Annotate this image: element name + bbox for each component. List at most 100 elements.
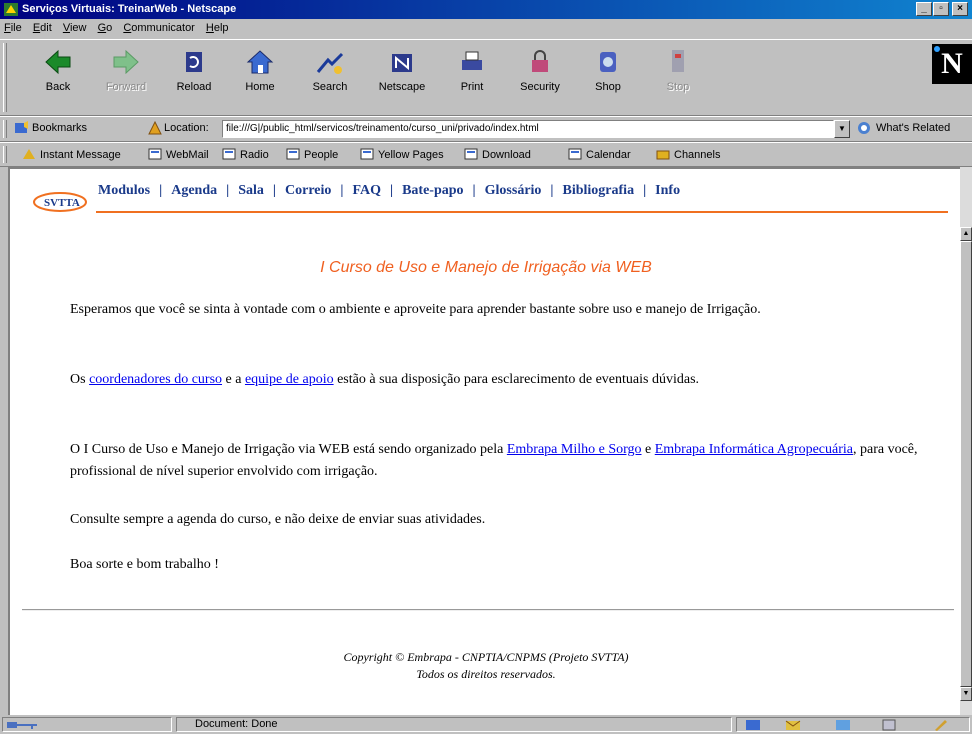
back-arrow-icon bbox=[45, 49, 71, 75]
security-label: Security bbox=[520, 81, 560, 93]
url-input[interactable]: file:///G|/public_html/servicos/treiname… bbox=[222, 120, 834, 138]
stop-icon bbox=[672, 50, 684, 72]
close-button[interactable]: × bbox=[952, 2, 968, 16]
component-bar bbox=[736, 717, 970, 732]
copyright-line: Copyright © Embrapa - CNPTIA/CNPMS (Proj… bbox=[343, 650, 629, 664]
download-button[interactable]: Download bbox=[464, 148, 531, 161]
netscape-logo[interactable]: N bbox=[932, 44, 972, 84]
coordenadores-link[interactable]: coordenadores do curso bbox=[89, 372, 222, 387]
navigation-toolbar: Back Forward Reload Home Search Netscape… bbox=[0, 39, 972, 116]
bookmarks-button[interactable]: Bookmarks bbox=[32, 122, 87, 134]
support-paragraph: Os coordenadores do curso e a equipe de … bbox=[70, 372, 700, 387]
stop-button[interactable]: Stop bbox=[648, 44, 708, 110]
svg-text:SVTTA: SVTTA bbox=[44, 197, 80, 209]
yellow-pages-button[interactable]: Yellow Pages bbox=[360, 148, 444, 161]
home-button[interactable]: Home bbox=[230, 44, 290, 110]
scroll-up-button[interactable]: ▲ bbox=[960, 227, 972, 241]
nav-bibliografia[interactable]: Bibliografia bbox=[563, 183, 635, 198]
location-grip[interactable] bbox=[3, 120, 7, 138]
nav-separator: | bbox=[550, 183, 554, 198]
equipe-apoio-link[interactable]: equipe de apoio bbox=[245, 372, 334, 387]
bookmark-link-icon bbox=[464, 148, 478, 160]
search-icon bbox=[316, 52, 344, 74]
forward-button[interactable]: Forward bbox=[96, 44, 156, 110]
netscape-app-icon bbox=[4, 3, 18, 16]
nav-info[interactable]: Info bbox=[655, 183, 680, 198]
course-navbar: Modulos | Agenda | Sala | Correio | FAQ | Bate-pap… bbox=[98, 183, 680, 199]
status-text: Document: Done bbox=[176, 717, 732, 732]
personal-toolbar: Instant Message WebMail Radio People Yel… bbox=[0, 142, 972, 167]
security-status[interactable] bbox=[2, 717, 172, 732]
nav-glossario[interactable]: Glossário bbox=[485, 183, 542, 198]
mail-component-icon[interactable] bbox=[785, 719, 801, 731]
composer-component-icon[interactable] bbox=[933, 719, 949, 731]
menu-view[interactable]: View bbox=[59, 19, 91, 34]
embrapa-milho-sorgo-link[interactable]: Embrapa Milho e Sorgo bbox=[507, 442, 642, 457]
people-button[interactable]: People bbox=[286, 148, 338, 161]
menu-help[interactable]: Help bbox=[202, 19, 233, 34]
calendar-button[interactable]: Calendar bbox=[568, 148, 631, 161]
nav-separator: | bbox=[159, 183, 163, 198]
nav-correio[interactable]: Correio bbox=[285, 183, 331, 198]
channels-button[interactable]: Channels bbox=[656, 148, 720, 161]
print-label: Print bbox=[460, 81, 484, 93]
nav-faq[interactable]: FAQ bbox=[352, 183, 381, 198]
menu-communicator[interactable]: Communicator bbox=[119, 19, 199, 34]
nav-modulos[interactable]: Modulos bbox=[98, 183, 150, 198]
url-dropdown-button[interactable]: ▼ bbox=[834, 120, 850, 138]
menu-edit[interactable]: Edit bbox=[29, 19, 56, 34]
embrapa-informatica-link[interactable]: Embrapa Informática Agropecuária bbox=[655, 442, 853, 457]
netscape-button[interactable]: Netscape bbox=[372, 44, 432, 110]
bookmark-link-icon bbox=[222, 148, 236, 160]
agenda-paragraph: Consulte sempre a agenda do curso, e não… bbox=[70, 512, 486, 527]
shop-button[interactable]: Shop bbox=[578, 44, 638, 110]
whats-related-icon bbox=[858, 122, 870, 134]
address-book-component-icon[interactable] bbox=[881, 719, 897, 731]
shop-label: Shop bbox=[595, 81, 621, 93]
reload-icon bbox=[186, 52, 202, 72]
bookmark-link-icon bbox=[286, 148, 300, 160]
vertical-scrollbar[interactable]: ▲ ▼ bbox=[960, 167, 972, 715]
status-bar: Document: Done bbox=[0, 715, 972, 734]
print-button[interactable]: Print bbox=[442, 44, 502, 110]
shop-icon bbox=[600, 52, 616, 72]
navigator-component-icon[interactable] bbox=[745, 719, 761, 731]
back-button[interactable]: Back bbox=[28, 44, 88, 110]
menu-go[interactable]: Go bbox=[94, 19, 117, 34]
window-title-bar: Serviços Virtuais: TreinarWeb - Netscape… bbox=[0, 0, 972, 19]
nav-separator: | bbox=[340, 183, 344, 198]
menu-file[interactable]: File bbox=[0, 19, 26, 34]
forward-arrow-icon bbox=[113, 49, 139, 75]
back-label: Back bbox=[45, 81, 71, 93]
newsgroups-component-icon[interactable] bbox=[835, 719, 851, 731]
whats-related-button[interactable]: What's Related bbox=[856, 121, 950, 135]
svtta-logo[interactable]: SVTTA bbox=[30, 184, 100, 214]
nav-separator: | bbox=[643, 183, 647, 198]
personal-grip[interactable] bbox=[3, 146, 7, 163]
nav-bate-papo[interactable]: Bate-papo bbox=[402, 183, 463, 198]
page-content: SVTTA Modulos | Agenda | Sala | Correio | FAQ | Ba… bbox=[8, 167, 960, 715]
scroll-down-button[interactable]: ▼ bbox=[960, 687, 972, 701]
maximize-button[interactable]: ▫ bbox=[933, 2, 949, 16]
security-button[interactable]: Security bbox=[510, 44, 570, 110]
search-label: Search bbox=[312, 81, 348, 93]
radio-button[interactable]: Radio bbox=[222, 148, 269, 161]
nav-separator: | bbox=[390, 183, 394, 198]
webmail-button[interactable]: WebMail bbox=[148, 148, 209, 161]
instant-message-button[interactable]: Instant Message bbox=[22, 148, 121, 161]
scroll-thumb[interactable] bbox=[960, 241, 972, 687]
stop-label: Stop bbox=[666, 81, 690, 93]
security-key-icon bbox=[7, 722, 37, 729]
nav-sala[interactable]: Sala bbox=[238, 183, 264, 198]
bookmark-link-icon bbox=[360, 148, 374, 160]
toolbar-grip[interactable] bbox=[3, 43, 7, 112]
nav-agenda[interactable]: Agenda bbox=[171, 183, 217, 198]
location-icon bbox=[148, 121, 162, 135]
channels-icon bbox=[656, 150, 670, 160]
minimize-button[interactable]: _ bbox=[916, 2, 932, 16]
search-button[interactable]: Search bbox=[300, 44, 360, 110]
netscape-icon bbox=[392, 54, 412, 72]
menu-bar: File Edit View Go Communicator Help bbox=[0, 19, 972, 39]
reload-button[interactable]: Reload bbox=[164, 44, 224, 110]
closing-paragraph: Boa sorte e bom trabalho ! bbox=[70, 557, 219, 572]
